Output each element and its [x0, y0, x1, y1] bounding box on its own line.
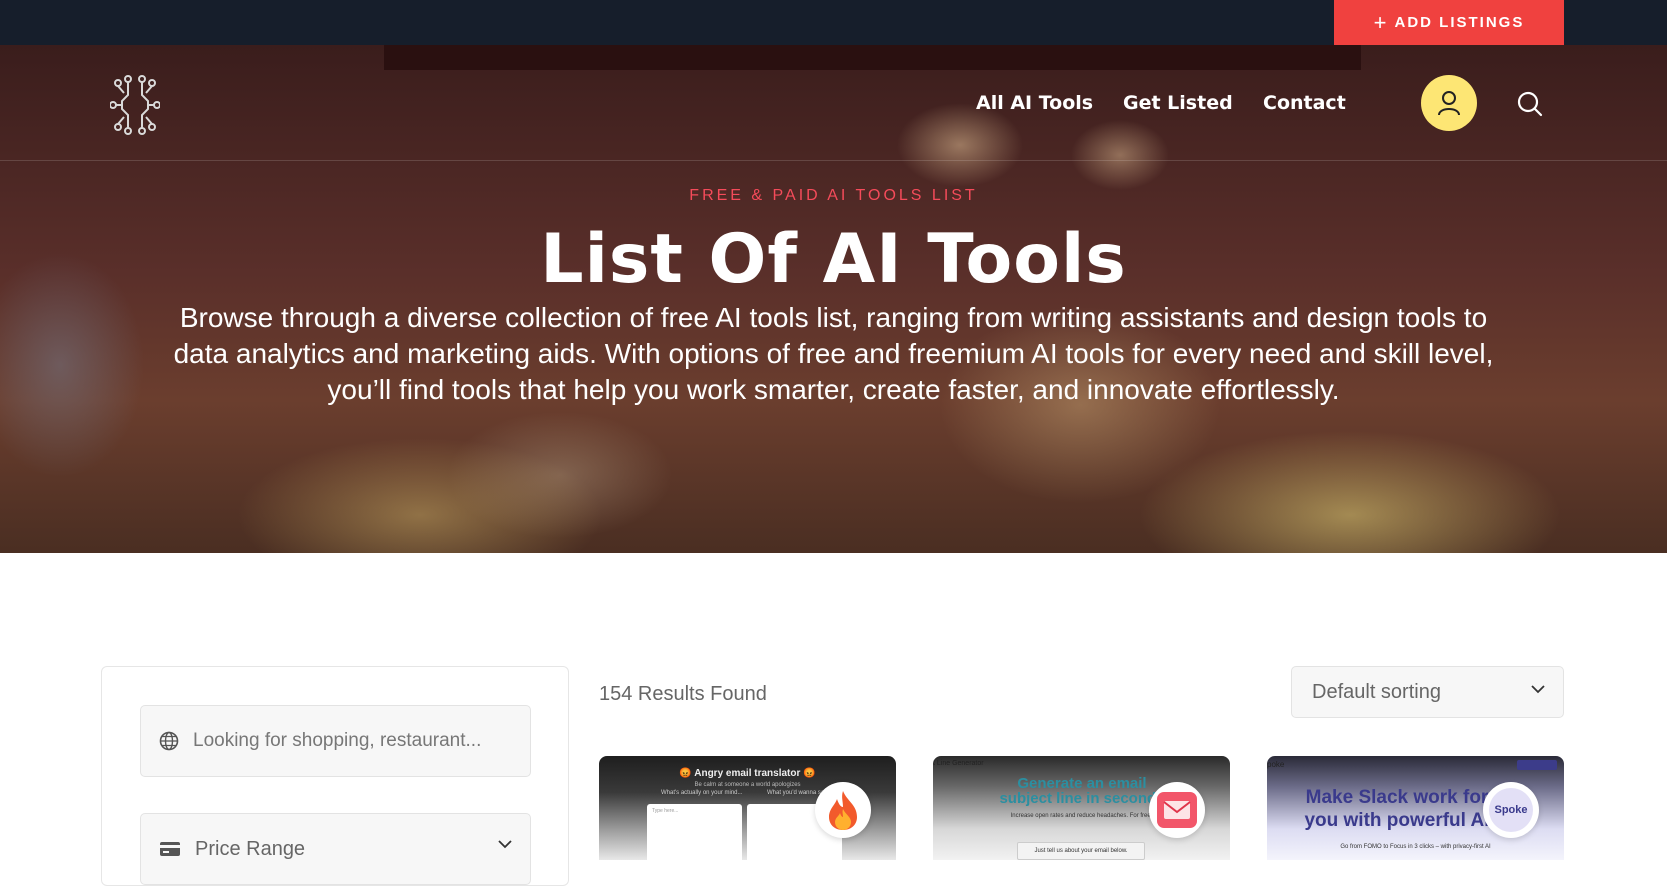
globe-icon: [159, 731, 179, 751]
chevron-down-icon: [498, 840, 512, 849]
page-title: List Of AI Tools: [540, 220, 1127, 299]
search-input[interactable]: [193, 730, 513, 752]
search-field[interactable]: [140, 705, 531, 777]
credit-card-icon: [160, 842, 180, 856]
circuit-logo-icon: [109, 75, 161, 135]
tool-card[interactable]: t Line Generator Generate an email subje…: [933, 756, 1230, 860]
header-divider: [0, 160, 1667, 161]
hero-section: All AI Tools Get Listed Contact FREE & P…: [0, 45, 1667, 553]
card-thumb-corner: t Line Generator: [933, 760, 984, 767]
price-range-label: Price Range: [195, 837, 306, 860]
nav-all-ai-tools[interactable]: All AI Tools: [976, 92, 1093, 114]
card-badge: [815, 782, 871, 838]
chevron-down-icon: [1531, 685, 1545, 694]
tool-card[interactable]: 😡 Angry email translator 😡 Be calm at so…: [599, 756, 896, 860]
site-logo[interactable]: [109, 75, 161, 135]
sorting-select[interactable]: Default sorting: [1291, 666, 1564, 718]
hero-eyebrow: FREE & PAID AI TOOLS LIST: [689, 187, 978, 204]
filter-sidebar: Price Range: [101, 666, 569, 886]
card-thumb-title: Make Slack work for you with powerful AI: [1304, 787, 1490, 831]
card-badge: [1149, 782, 1205, 838]
hero-top-strip: [384, 45, 1361, 70]
user-icon: [1438, 91, 1460, 116]
nav-contact[interactable]: Contact: [1263, 92, 1346, 114]
card-thumb-button: Just tell us about your email below.: [1017, 842, 1145, 860]
results-count: 154 Results Found: [599, 683, 767, 705]
card-thumb-textarea: Type here...: [647, 804, 742, 860]
sorting-value: Default sorting: [1312, 680, 1441, 703]
tool-card[interactable]: poke Make Slack work for you with powerf…: [1267, 756, 1564, 860]
card-badge: Spoke: [1483, 782, 1539, 838]
spoke-logo: Spoke: [1489, 788, 1533, 832]
card-thumb-title: Generate an email subject line in second…: [999, 775, 1165, 807]
add-listings-label: ADD LISTINGS: [1394, 14, 1525, 31]
user-account-button[interactable]: [1421, 75, 1477, 131]
card-thumb-subtitle: Go from FOMO to Focus in 3 clicks – with…: [1340, 844, 1491, 850]
plus-icon: +: [1373, 9, 1387, 35]
fire-icon: [829, 791, 857, 830]
hero-description: Browse through a diverse collection of f…: [173, 302, 1494, 405]
search-button[interactable]: [1516, 90, 1544, 118]
nav-get-listed[interactable]: Get Listed: [1123, 92, 1233, 114]
card-thumb-title: 😡 Angry email translator 😡: [679, 768, 816, 779]
add-listings-button[interactable]: + ADD LISTINGS: [1334, 0, 1564, 45]
mail-icon: [1157, 792, 1197, 828]
card-thumb-corner: poke: [1267, 760, 1285, 769]
card-thumb-placeholder: Type here...: [652, 808, 679, 814]
top-bar: + ADD LISTINGS: [0, 0, 1667, 45]
price-range-select[interactable]: Price Range: [140, 813, 531, 885]
card-thumb-left-label: What's actually on your mind...: [661, 790, 743, 796]
card-thumb-nav-button: [1517, 760, 1557, 770]
search-icon: [1517, 91, 1543, 117]
